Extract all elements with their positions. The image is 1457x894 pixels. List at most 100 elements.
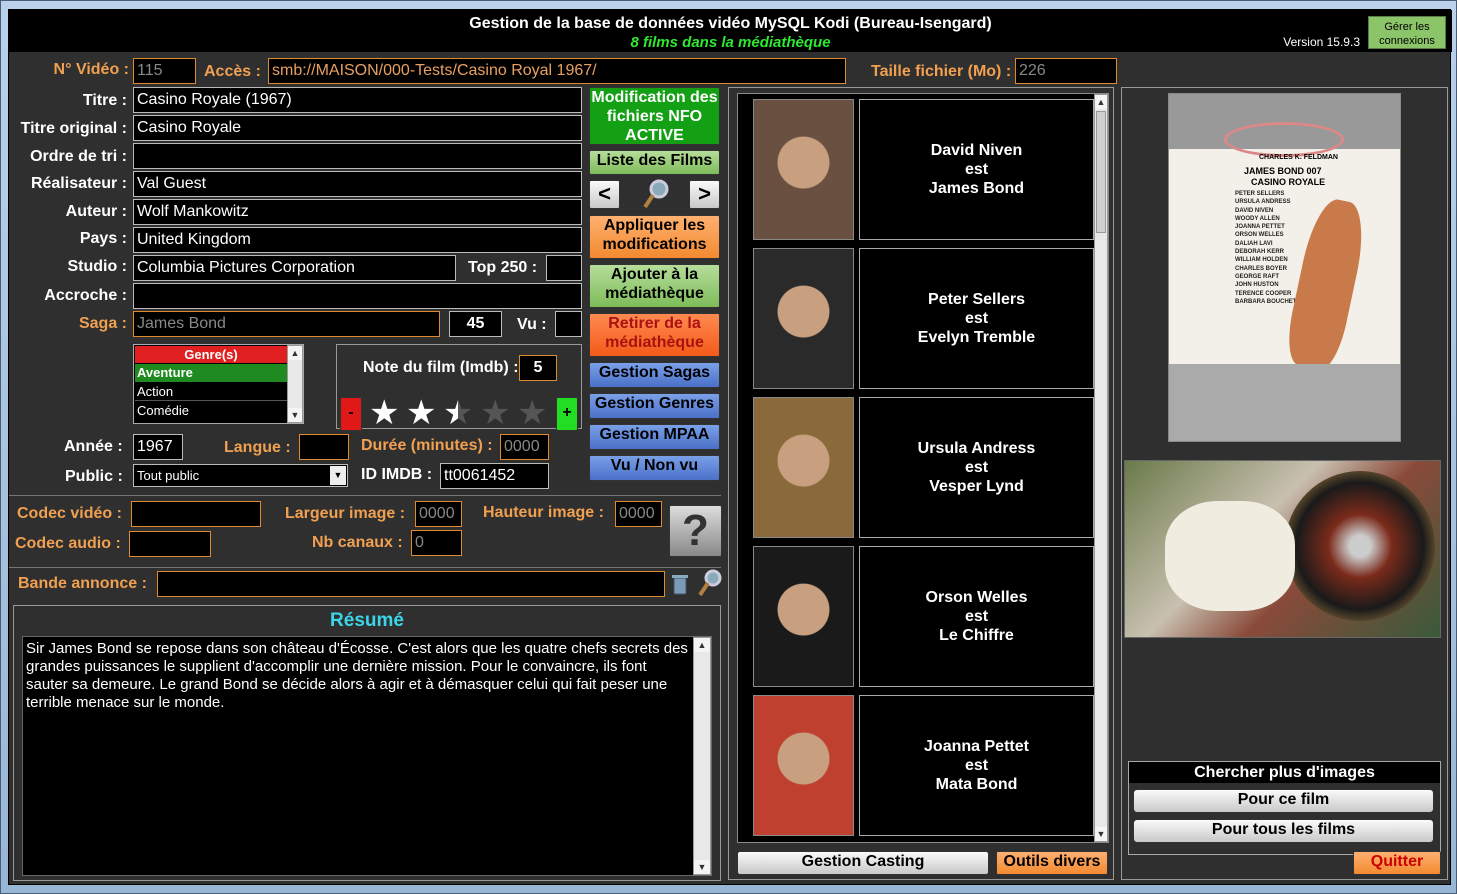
saga-label: Saga : [78,315,127,332]
poster-line1: JAMES BOND 007 [1244,166,1322,176]
tagline-field[interactable] [133,283,582,309]
prev-button[interactable]: < [589,180,620,209]
cast-row[interactable]: David Niven est James Bond [753,99,1094,240]
character-name: Evelyn Tremble [917,329,1036,346]
title-label: Titre : [82,92,127,109]
star-icon[interactable]: ★ [369,396,399,430]
apply-changes-button[interactable]: Appliquer les modifications [589,215,720,259]
genre-item[interactable]: Aventure [135,364,287,382]
duration-field[interactable]: 0000 [500,434,549,460]
star-icon[interactable]: ★ [517,396,547,430]
access-field[interactable]: smb://MAISON/000-Tests/Casino Royal 1967… [268,58,846,84]
trash-icon[interactable] [671,572,689,596]
access-label: Accès : [204,63,261,80]
manage-mpaa-button[interactable]: Gestion MPAA [589,424,720,450]
genre-item[interactable]: Comédie [135,402,287,420]
title-field[interactable]: Casino Royale (1967) [133,87,582,113]
audio-codec-label: Codec audio : [15,535,121,552]
scroll-up-icon[interactable]: ▲ [694,638,710,652]
scroll-down-icon[interactable]: ▼ [288,408,302,422]
star-icon[interactable]: ★ [443,396,473,430]
cast-panel: David Niven est James Bond Peter Sellers est… [728,87,1114,880]
imdb-field[interactable]: tt0061452 [440,463,549,489]
public-label: Public : [65,468,123,485]
cast-list[interactable]: David Niven est James Bond Peter Sellers est… [737,93,1109,843]
video-codec-field[interactable] [131,501,261,527]
scroll-down-icon[interactable]: ▼ [1095,827,1107,841]
genre-item[interactable]: Action [135,383,287,401]
seen-toggle-button[interactable]: Vu / Non vu [589,455,720,481]
cast-est: est [964,459,989,476]
director-field[interactable]: Val Guest [133,171,582,197]
duration-label: Durée (minutes) : [361,437,493,454]
quit-button[interactable]: Quitter [1353,851,1441,875]
cast-row[interactable]: Orson Welles est Le Chiffre [753,546,1094,687]
remove-library-button[interactable]: Retirer de la médiathèque [589,313,720,357]
rating-minus-button[interactable]: - [340,397,362,431]
cast-row[interactable]: Joanna Pettet est Mata Bond [753,695,1094,836]
top250-label: Top 250 : [468,259,538,276]
chevron-down-icon[interactable]: ▼ [330,466,346,485]
help-button[interactable]: ? [669,505,722,557]
video-no-field[interactable]: 115 [133,58,196,84]
scroll-thumb[interactable] [1096,111,1106,233]
manage-genres-button[interactable]: Gestion Genres [589,393,720,419]
rating-panel: Note du film (Imdb) : 5 - + ★ ★ ★ ★ ★ [336,344,582,431]
films-list-button[interactable]: Liste des Films [589,150,720,175]
manage-sagas-button[interactable]: Gestion Sagas [589,362,720,388]
cast-row[interactable]: Ursula Andress est Vesper Lynd [753,397,1094,538]
rating-plus-button[interactable]: + [556,397,578,431]
genres-list[interactable]: Genre(s) Aventure Action Comédie ▲ ▼ [133,344,304,424]
trailer-field[interactable] [157,571,665,597]
year-field[interactable]: 1967 [133,434,183,460]
next-button[interactable]: > [689,180,720,209]
nfo-mode-button[interactable]: Modification des fichiers NFO ACTIVE [589,87,720,145]
summary-scrollbar[interactable]: ▲ ▼ [693,637,711,875]
poster-credit: PETER SELLERS [1235,191,1285,197]
search-this-film-button[interactable]: Pour ce film [1133,789,1434,813]
saga-field[interactable]: James Bond [133,311,440,337]
language-field[interactable] [299,434,349,460]
window-frame: Gestion de la base de données vidéo MySQ… [0,0,1457,894]
rating-value[interactable]: 5 [519,355,557,381]
character-name: Vesper Lynd [929,478,1024,495]
video-no-label: N° Vidéo : [53,61,129,78]
top250-field[interactable] [546,255,582,281]
genres-scrollbar[interactable]: ▲ ▼ [287,345,303,423]
channels-label: Nb canaux : [312,534,403,551]
manage-connections-button[interactable]: Gérer les connexions [1368,16,1446,49]
scroll-down-icon[interactable]: ▼ [694,860,710,874]
star-icon[interactable]: ★ [480,396,510,430]
search-icon[interactable] [697,568,723,598]
tools-button[interactable]: Outils divers [996,851,1108,875]
scroll-up-icon[interactable]: ▲ [288,346,302,360]
cast-role: Peter Sellers est Evelyn Tremble [859,248,1094,389]
search-icon[interactable] [641,178,671,210]
cast-est: est [964,161,989,178]
cast-scrollbar[interactable]: ▲ ▼ [1094,94,1108,842]
width-field[interactable]: 0000 [415,501,462,527]
cast-est: est [964,608,989,625]
seen-field[interactable] [555,311,582,337]
height-field[interactable]: 0000 [615,501,662,527]
add-library-button[interactable]: Ajouter à la médiathèque [589,264,720,308]
channels-field[interactable]: 0 [411,530,462,556]
summary-title: Résumé [330,610,404,631]
casting-button[interactable]: Gestion Casting [737,851,989,875]
actor-photo [753,99,854,240]
orig-title-field[interactable]: Casino Royale [133,115,582,141]
studio-field[interactable]: Columbia Pictures Corporation [133,255,456,281]
search-all-films-button[interactable]: Pour tous les films [1133,819,1434,843]
height-label: Hauteur image : [483,504,604,521]
cast-row[interactable]: Peter Sellers est Evelyn Tremble [753,248,1094,389]
country-field[interactable]: United Kingdom [133,227,582,253]
author-field[interactable]: Wolf Mankowitz [133,199,582,225]
sort-field[interactable] [133,143,582,169]
star-icon[interactable]: ★ [406,396,436,430]
poster-credit: URSULA ANDRESS [1235,199,1291,206]
audio-codec-field[interactable] [129,531,211,557]
public-select[interactable]: Tout public ▼ [133,464,348,487]
file-size-field[interactable]: 226 [1015,58,1117,84]
summary-textarea[interactable]: Sir James Bond se repose dans son châtea… [22,636,712,876]
scroll-up-icon[interactable]: ▲ [1095,95,1107,109]
